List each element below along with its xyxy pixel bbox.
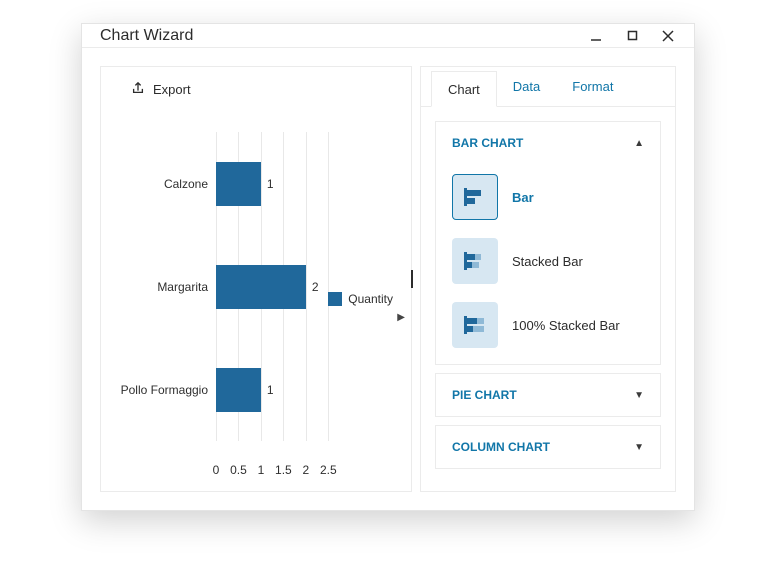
- bar[interactable]: [216, 265, 306, 309]
- tab-chart[interactable]: Chart: [431, 71, 497, 107]
- legend-label: Quantity: [348, 292, 393, 306]
- accordion-header-bar[interactable]: BAR CHART ▲: [436, 122, 660, 164]
- category-label: Margarita: [116, 280, 216, 294]
- chart-type-bar[interactable]: Bar: [448, 170, 648, 224]
- titlebar: Chart Wizard: [82, 24, 694, 48]
- accordion-header-pie[interactable]: PIE CHART ▼: [436, 374, 660, 416]
- chart-type-stacked-bar-label: Stacked Bar: [512, 254, 583, 269]
- export-button[interactable]: Export: [131, 81, 191, 98]
- resize-handle[interactable]: [411, 270, 413, 288]
- chart-legend: Quantity ▶: [328, 292, 401, 306]
- window-title: Chart Wizard: [100, 27, 588, 45]
- bar-icon: [452, 174, 498, 220]
- config-panel: Chart Data Format BAR CHART ▲: [420, 66, 676, 492]
- x-tick-label: 2: [302, 463, 309, 477]
- x-tick-label: 0.5: [230, 463, 247, 477]
- accordion-column-chart: COLUMN CHART ▼: [435, 425, 661, 469]
- x-tick-label: 2.5: [320, 463, 337, 477]
- chart-type-stacked-bar[interactable]: Stacked Bar: [448, 234, 648, 288]
- bar-row: Calzone1: [216, 159, 328, 209]
- tab-format[interactable]: Format: [556, 67, 629, 106]
- bar-value-label: 1: [267, 177, 274, 191]
- x-tick-label: 1: [258, 463, 265, 477]
- accordion-header-column[interactable]: COLUMN CHART ▼: [436, 426, 660, 468]
- config-tabs: Chart Data Format: [421, 67, 675, 107]
- chevron-down-icon: ▼: [634, 390, 644, 401]
- chart-type-100-stacked-bar-label: 100% Stacked Bar: [512, 318, 620, 333]
- bar-row: Pollo Formaggio1: [216, 365, 328, 415]
- export-icon: [131, 81, 145, 98]
- export-label: Export: [153, 82, 191, 97]
- close-button[interactable]: [660, 28, 676, 44]
- category-label: Calzone: [116, 177, 216, 191]
- x-tick-label: 0: [213, 463, 220, 477]
- full-stacked-bar-icon: [452, 302, 498, 348]
- x-tick-label: 1.5: [275, 463, 292, 477]
- chart-wizard-window: Chart Wizard Export: [81, 23, 695, 511]
- chart-plot: Calzone1Margarita2Pollo Formaggio1 00.51…: [111, 117, 328, 481]
- accordion-bar-chart: BAR CHART ▲ Bar: [435, 121, 661, 365]
- accordion-title-column: COLUMN CHART: [452, 440, 550, 454]
- accordion-pie-chart: PIE CHART ▼: [435, 373, 661, 417]
- chart-preview-panel: Export Calzone1Margarita2Pollo Formaggio…: [100, 66, 412, 492]
- bar-value-label: 2: [312, 280, 319, 294]
- bar[interactable]: [216, 368, 261, 412]
- maximize-button[interactable]: [624, 28, 640, 44]
- accordion-title-pie: PIE CHART: [452, 388, 517, 402]
- chart-type-100-stacked-bar[interactable]: 100% Stacked Bar: [448, 298, 648, 352]
- tab-data[interactable]: Data: [497, 67, 556, 106]
- accordion-title-bar: BAR CHART: [452, 136, 523, 150]
- chart-type-bar-label: Bar: [512, 190, 534, 205]
- chevron-up-icon: ▲: [634, 138, 644, 149]
- bar-row: Margarita2: [216, 262, 328, 312]
- bar[interactable]: [216, 162, 261, 206]
- category-label: Pollo Formaggio: [116, 383, 216, 397]
- legend-next-icon[interactable]: ▶: [397, 312, 405, 323]
- minimize-button[interactable]: [588, 28, 604, 44]
- chevron-down-icon: ▼: [634, 442, 644, 453]
- chart-area: Calzone1Margarita2Pollo Formaggio1 00.51…: [111, 117, 401, 481]
- panel-body[interactable]: BAR CHART ▲ Bar: [421, 107, 675, 491]
- grid-line: [328, 132, 329, 441]
- bar-value-label: 1: [267, 383, 274, 397]
- legend-swatch: [328, 292, 342, 306]
- stacked-bar-icon: [452, 238, 498, 284]
